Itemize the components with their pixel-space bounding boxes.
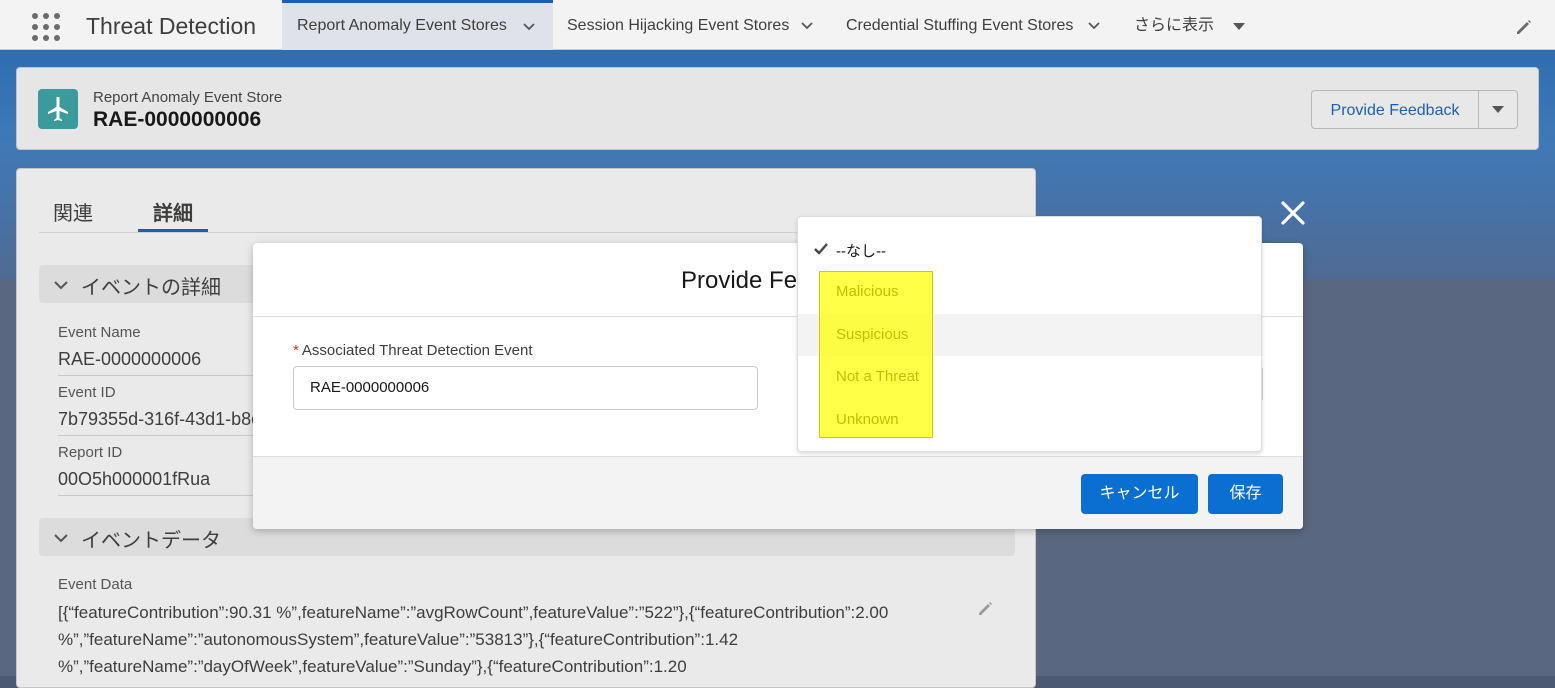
nav-more-label: さらに表示 [1134,17,1215,34]
edit-nav-pencil-icon[interactable] [1514,17,1534,37]
option-label: --なし-- [836,243,886,260]
required-asterisk: * [293,342,299,359]
save-button[interactable]: 保存 [1208,474,1283,514]
check-icon [814,243,828,255]
nav-tab-label: Report Anomaly Event Stores [297,17,507,34]
modal-footer: キャンセル 保存 [253,456,1303,529]
dropdown-option-malicious[interactable]: Malicious [798,271,1261,313]
app-title: Threat Detection [86,13,257,39]
associated-event-label-text: Associated Threat Detection Event [301,342,533,359]
dropdown-option-unknown[interactable]: Unknown [798,399,1261,441]
global-nav-bar: Threat Detection Report Anomaly Event St… [0,0,1555,50]
chevron-down-icon[interactable] [1087,19,1101,33]
chevron-down-icon[interactable] [522,20,536,34]
dropdown-option-none[interactable]: --なし-- [798,228,1261,270]
nav-more-menu[interactable]: さらに表示 [1123,0,1263,50]
caret-down-icon [1233,23,1245,30]
nav-tab-label: Credential Stuffing Event Stores [846,17,1074,34]
option-label: Suspicious [836,326,909,343]
nav-tab-credential-stuffing[interactable]: Credential Stuffing Event Stores [833,0,1123,50]
app-launcher-icon[interactable] [32,13,60,41]
option-label: Unknown [836,411,899,428]
cancel-button[interactable]: キャンセル [1081,474,1198,514]
close-icon[interactable] [1280,200,1306,226]
nav-tab-report-anomaly[interactable]: Report Anomaly Event Stores [282,0,553,50]
option-label: Not a Threat [836,368,920,385]
modal-title: Provide Fe [681,267,798,294]
associated-event-label: * Associated Threat Detection Event [293,342,533,359]
dropdown-option-not-a-threat[interactable]: Not a Threat [798,356,1261,398]
chevron-down-icon[interactable] [800,19,814,33]
nav-tab-label: Session Hijacking Event Stores [567,17,790,34]
nav-tab-session-hijacking[interactable]: Session Hijacking Event Stores [553,0,833,50]
associated-event-input[interactable]: RAE-0000000006 [293,366,758,410]
option-label: Malicious [836,283,899,300]
feedback-type-dropdown: --なし-- Malicious Suspicious Not a Threat… [797,216,1262,452]
dropdown-option-suspicious[interactable]: Suspicious [798,314,1261,356]
